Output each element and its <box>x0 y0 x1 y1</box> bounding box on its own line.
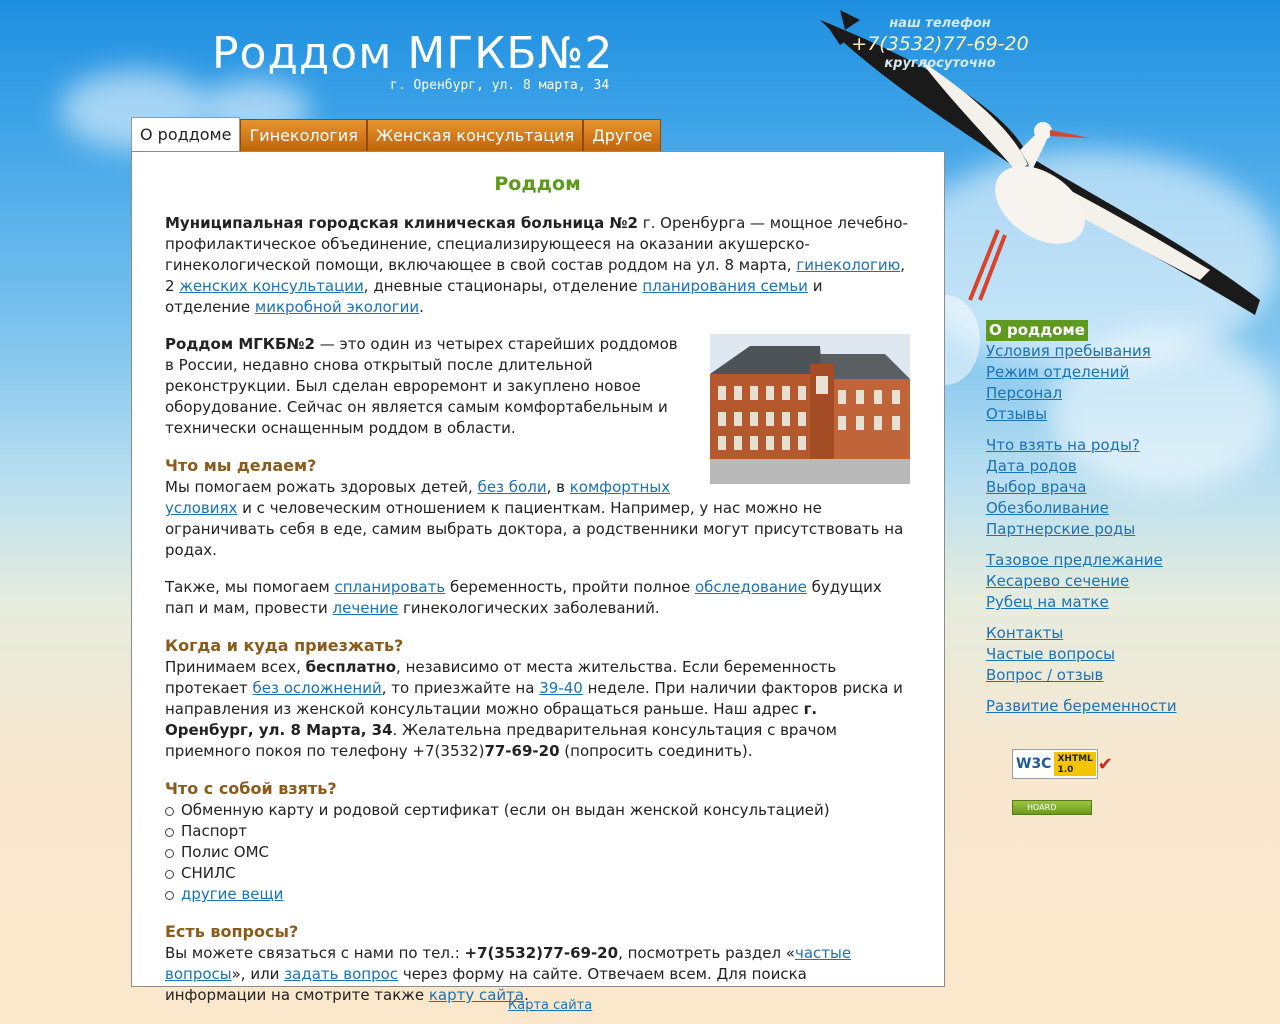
text: беременность, пройти полное <box>445 578 695 596</box>
section-heading-when: Когда и куда приезжать? <box>165 636 404 655</box>
tab-womens-consultation[interactable]: Женская консультация <box>366 119 584 151</box>
sidebar-item-schedule[interactable]: Режим отделений <box>986 362 1186 383</box>
sidebar-item-what-to-bring[interactable]: Что взять на роды? <box>986 435 1186 456</box>
tab-other[interactable]: Другое <box>583 119 662 151</box>
phone-hours: круглосуточно <box>884 56 996 71</box>
link-other-things[interactable]: другие вещи <box>181 885 283 903</box>
sidebar-item-conditions[interactable]: Условия пребывания <box>986 341 1186 362</box>
sidebar-item-pregnancy-development[interactable]: Развитие беременности <box>986 696 1186 717</box>
sidebar-item-staff[interactable]: Персонал <box>986 383 1186 404</box>
sidebar-group: О роддоме Условия пребывания Режим отдел… <box>986 320 1186 425</box>
text: , в <box>546 478 570 496</box>
text: , посмотреть раздел « <box>618 944 795 962</box>
link-painless[interactable]: без боли <box>478 478 547 496</box>
text: (попросить соединить). <box>559 742 753 760</box>
list-item: Обменную карту и родовой сертификат (есл… <box>165 800 910 821</box>
bring-list: Обменную карту и родовой сертификат (есл… <box>165 800 910 905</box>
text: Мы помогаем рожать здоровых детей, <box>165 478 478 496</box>
sidebar-item-reviews[interactable]: Отзывы <box>986 404 1186 425</box>
link-39-40[interactable]: 39-40 <box>539 679 583 697</box>
w3c-xhtml-badge[interactable]: W3C XHTML 1.0 ✔ <box>1012 749 1113 779</box>
sidebar-item-due-date[interactable]: Дата родов <box>986 456 1186 477</box>
list-item: Паспорт <box>165 821 910 842</box>
sidebar-item-cesarean[interactable]: Кесарево сечение <box>986 571 1186 592</box>
text: Также, мы помогаем <box>165 578 335 596</box>
sidebar-group: Что взять на роды? Дата родов Выбор врач… <box>986 435 1186 540</box>
phone-bold: +7(3532)77-69-20 <box>464 944 619 962</box>
sidebar-item-faq[interactable]: Частые вопросы <box>986 644 1186 665</box>
list-item: Полис ОМС <box>165 842 910 863</box>
list-item: СНИЛС <box>165 863 910 884</box>
xhtml-text: XHTML <box>1057 754 1093 764</box>
also-paragraph: Также, мы помогаем спланировать беременн… <box>165 577 910 619</box>
w3c-logo: W3C <box>1016 756 1052 772</box>
sidebar-group: Развитие беременности <box>986 696 1186 717</box>
text: гинекологических заболеваний. <box>398 599 660 617</box>
hospital-name: Муниципальная городская клиническая боль… <box>165 214 638 232</box>
link-ask-question[interactable]: задать вопрос <box>284 965 398 983</box>
text: Принимаем всех, <box>165 658 306 676</box>
main-content: Роддом Муниципальная городская клиническ… <box>131 151 945 1004</box>
link-no-complications[interactable]: без осложнений <box>252 679 381 697</box>
checkmark-icon: ✔ <box>1097 753 1113 775</box>
footer-sitemap-link[interactable]: Карта сайта <box>508 998 592 1013</box>
link-womens-consultations[interactable]: женских консультации <box>179 277 363 295</box>
xhtml-label: XHTML 1.0 <box>1054 752 1096 776</box>
text: », или <box>231 965 285 983</box>
phone-number: +7(3532)77-69-20 <box>851 33 1029 55</box>
sidebar-item-uterine-scar[interactable]: Рубец на матке <box>986 592 1186 613</box>
text: Вы можете связаться с нами по тел.: <box>165 944 465 962</box>
link-gynecology[interactable]: гинекологию <box>796 256 900 274</box>
roddom-name: Роддом МГКБ№2 <box>165 335 315 353</box>
when-paragraph: Принимаем всех, бесплатно, независимо от… <box>165 657 910 762</box>
sidebar-group: Тазовое предлежание Кесарево сечение Руб… <box>986 550 1186 613</box>
site-address: г. Оренбург, ул. 8 марта, 34 <box>390 78 610 93</box>
text: , то приезжайте на <box>381 679 540 697</box>
hospital-building-photo <box>710 334 910 484</box>
sidebar-item-contacts[interactable]: Контакты <box>986 623 1186 644</box>
main-tabs: О роддоме Гинекология Женская консультац… <box>131 116 662 152</box>
text: , дневные стационары, отделение <box>363 277 643 295</box>
intro-paragraph: Муниципальная городская клиническая боль… <box>165 213 910 318</box>
link-microbial-ecology[interactable]: микробной экологии <box>255 298 419 316</box>
link-plan[interactable]: спланировать <box>334 578 445 596</box>
text: . <box>419 298 424 316</box>
page-title: Роддом <box>494 173 581 195</box>
section-heading-questions: Есть вопросы? <box>165 922 299 941</box>
sidebar-item-current[interactable]: О роддоме <box>986 320 1088 341</box>
sidebar-nav: О роддоме Условия пребывания Режим отдел… <box>986 320 1186 727</box>
sidebar-item-breech[interactable]: Тазовое предлежание <box>986 550 1186 571</box>
sidebar-item-partner-birth[interactable]: Партнерские роды <box>986 519 1186 540</box>
xhtml-version: 1.0 <box>1057 765 1074 775</box>
link-family-planning[interactable]: планирования семьи <box>642 277 808 295</box>
text: и с человеческим отношением к пациенткам… <box>165 499 904 559</box>
sidebar-group: Контакты Частые вопросы Вопрос / отзыв <box>986 623 1186 686</box>
phone-label: наш телефон <box>889 16 991 31</box>
tab-about[interactable]: О роддоме <box>131 117 241 152</box>
phone-block: наш телефон +7(3532)77-69-20 круглосуточ… <box>850 16 1030 71</box>
link-examination[interactable]: обследование <box>695 578 807 596</box>
sidebar-item-question-review[interactable]: Вопрос / отзыв <box>986 665 1186 686</box>
list-item: другие вещи <box>165 884 910 905</box>
section-heading-bring: Что с собой взять? <box>165 779 337 798</box>
phone-bold: 77-69-20 <box>484 742 560 760</box>
link-treatment[interactable]: лечение <box>333 599 399 617</box>
sidebar-item-doctor-choice[interactable]: Выбор врача <box>986 477 1186 498</box>
sidebar-item-anesthesia[interactable]: Обезболивание <box>986 498 1186 519</box>
questions-paragraph: Вы можете связаться с нами по тел.: +7(3… <box>165 943 910 1006</box>
site-title: Роддом МГКБ№2 <box>212 28 614 79</box>
tab-gynecology[interactable]: Гинекология <box>240 119 367 151</box>
building-illustration <box>710 334 910 484</box>
hoard-counter-badge[interactable]: HOARD <box>1012 800 1092 815</box>
free-label: бесплатно <box>305 658 397 676</box>
what-paragraph: Мы помогаем рожать здоровых детей, без б… <box>165 477 910 561</box>
